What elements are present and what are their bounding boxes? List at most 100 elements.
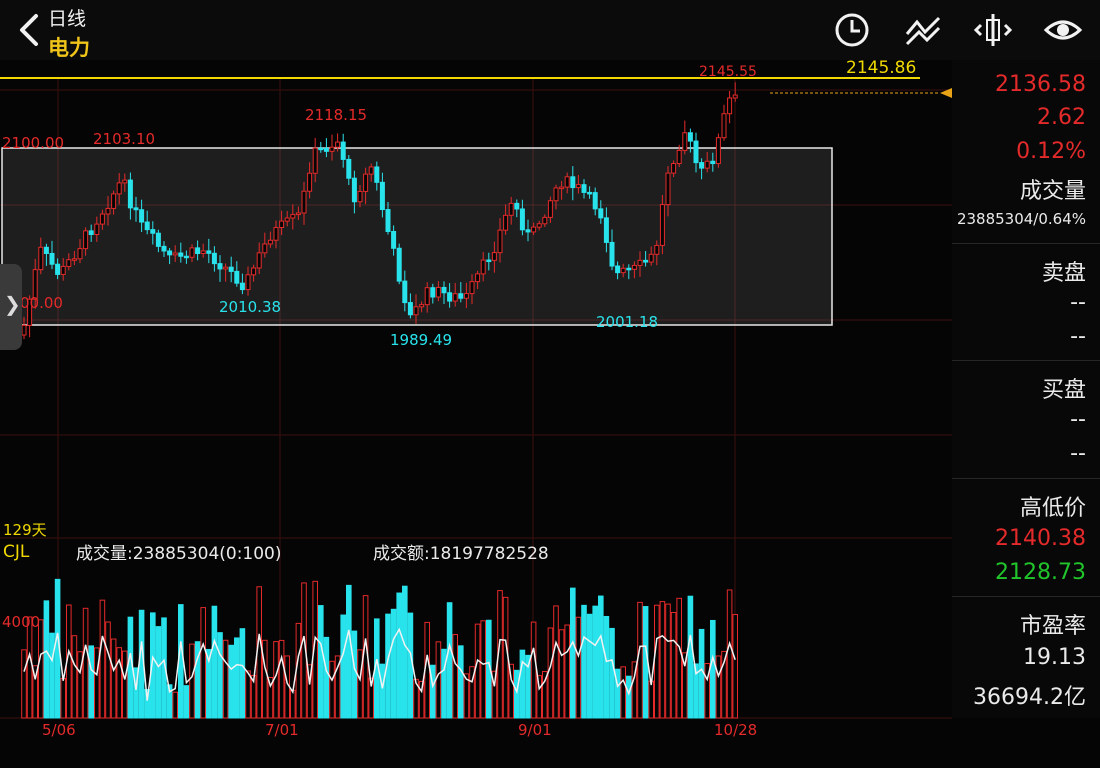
candle-body [486, 259, 492, 263]
stock-name[interactable]: 电力 [48, 32, 90, 62]
candle-body [671, 163, 677, 174]
candle-body [105, 207, 111, 215]
candle-body [312, 147, 318, 174]
candle-body [620, 267, 626, 274]
candle-body [279, 220, 285, 229]
candle-body [531, 226, 537, 233]
date-label: 5/06 [42, 721, 76, 739]
volume-bar [43, 600, 50, 719]
candle-body [329, 146, 335, 152]
candle-body [480, 259, 486, 275]
indicator-name[interactable]: CJL [3, 542, 30, 562]
kline-chart[interactable]: 2145.86 2145.55 2100.00 00.00 2103.10 21… [0, 60, 952, 768]
volume-bar [480, 620, 486, 719]
candle-body [217, 263, 223, 270]
volume-bar [105, 621, 111, 719]
candle-body [721, 113, 727, 139]
candle-body [139, 209, 145, 223]
volume-bar [38, 619, 44, 719]
volume-bar [575, 616, 582, 719]
candle-body [592, 192, 598, 210]
candle-body [469, 281, 475, 295]
pe-label: 市盈率 [1019, 614, 1086, 639]
candle-body [94, 223, 100, 235]
volume-bar [654, 604, 660, 719]
line-value-label: 2145.86 [846, 60, 916, 78]
back-arrow-icon[interactable] [14, 10, 44, 50]
candle-body [267, 239, 273, 245]
candle-body [178, 252, 184, 257]
buy-value: -- [1070, 407, 1086, 432]
split-view-icon[interactable] [973, 10, 1013, 50]
candle-body [699, 162, 705, 169]
volume-bar [323, 636, 330, 719]
price-change: 2.62 [1037, 105, 1086, 130]
candle-body [732, 94, 738, 99]
date-label: 10/28 [714, 721, 757, 739]
candle-body [497, 229, 503, 254]
clock-icon[interactable] [832, 10, 872, 50]
volume-bar [379, 663, 386, 719]
volume-bar [228, 644, 234, 719]
pe-value: 19.13 [1023, 645, 1086, 670]
candle-body [116, 182, 122, 195]
candle-body [111, 193, 117, 209]
candle-body [150, 229, 156, 234]
volume-bar [715, 655, 722, 719]
volume-bar [234, 637, 240, 719]
line-draw-icon[interactable] [903, 10, 943, 50]
expand-handle[interactable]: ❯ [0, 264, 22, 350]
box-top-price-label: 2100.00 [2, 134, 64, 152]
candle-body [704, 160, 710, 169]
candle-body [452, 293, 458, 302]
candle-body [273, 227, 279, 241]
date-label: 7/01 [265, 721, 299, 739]
candle-body [368, 166, 374, 175]
candle-body [256, 252, 262, 269]
candle-body [99, 213, 105, 225]
candle-body [413, 306, 419, 316]
volume-bar [598, 595, 604, 719]
volume-bar [698, 628, 705, 719]
volume-value: 23885304/0.64% [956, 210, 1086, 228]
header-bar: 日线 电力 [0, 0, 1100, 60]
volume-bar [357, 649, 363, 719]
current-price: 2136.58 [995, 72, 1086, 97]
volume-bar [390, 608, 397, 719]
market-cap: 36694.2亿 [973, 685, 1086, 710]
candle-body [200, 250, 206, 255]
volume-bar [726, 589, 733, 719]
volume-bar [558, 629, 565, 719]
volume-bar [620, 666, 627, 719]
volume-bar [514, 669, 520, 719]
volume-bar [21, 649, 27, 719]
volume-bar [609, 627, 615, 719]
volume-axis-label: 4000 [2, 613, 40, 631]
candle-body [391, 230, 397, 249]
candle-body [379, 181, 385, 211]
candle-body [38, 246, 44, 271]
consolidation-box[interactable] [1, 147, 833, 326]
candle-body [127, 179, 133, 209]
volume-bar [452, 634, 458, 719]
eye-icon[interactable] [1043, 10, 1083, 50]
volume-bar [603, 615, 610, 719]
candle-body [60, 265, 66, 275]
period-label[interactable]: 日线 [48, 4, 86, 31]
candle-body [335, 141, 341, 148]
candle-body [687, 132, 693, 142]
volume-bar [676, 597, 683, 719]
volume-info-text: 成交量:23885304(0:100) [76, 544, 282, 564]
candle-body [290, 214, 296, 219]
volume-bar [626, 675, 632, 719]
candle-body [211, 252, 217, 265]
candle-body [447, 292, 453, 302]
volume-bar [502, 596, 509, 719]
volume-bar [222, 639, 229, 719]
volume-bar [217, 632, 223, 719]
volume-bar [172, 691, 178, 719]
volume-bar [458, 645, 464, 719]
days-label: 129天 [3, 521, 47, 539]
trough-label: 2001.18 [596, 313, 658, 331]
candle-body [514, 202, 520, 210]
